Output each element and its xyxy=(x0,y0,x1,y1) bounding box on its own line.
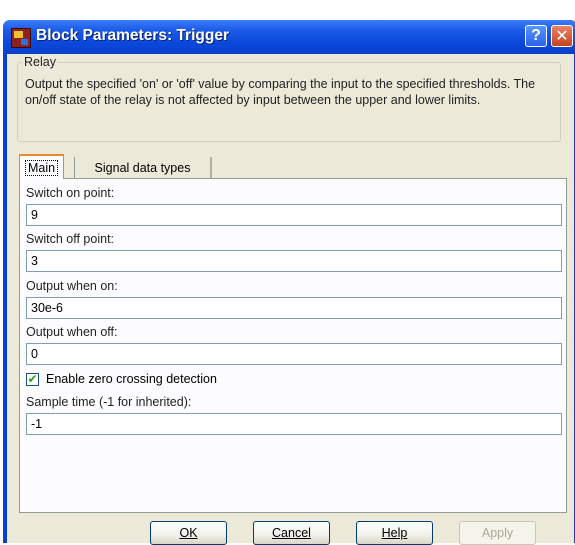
tab-signal-data-types[interactable]: Signal data types xyxy=(74,157,212,179)
switch-on-input[interactable]: 9 xyxy=(26,204,562,226)
cancel-button-label: Cancel xyxy=(272,526,311,540)
dialog-client-area: Relay Output the specified 'on' or 'off'… xyxy=(7,54,574,545)
cancel-button[interactable]: Cancel xyxy=(253,521,330,545)
block-description: Output the specified 'on' or 'off' value… xyxy=(25,77,536,107)
output-on-label: Output when on: xyxy=(26,279,118,293)
tab-main-label: Main xyxy=(24,159,59,176)
switch-on-label: Switch on point: xyxy=(26,186,115,200)
zero-crossing-checkbox[interactable]: ✔ xyxy=(26,372,39,386)
ok-button-label: OK xyxy=(179,526,198,540)
zero-crossing-row[interactable]: ✔ Enable zero crossing detection xyxy=(26,372,217,386)
title-bar[interactable]: Block Parameters: Trigger ? ✕ xyxy=(3,20,575,54)
switch-off-label: Switch off point: xyxy=(26,232,115,246)
dialog-window: Block Parameters: Trigger ? ✕ Relay Outp… xyxy=(3,20,575,545)
sample-time-label: Sample time (-1 for inherited): xyxy=(26,395,192,409)
help-button-label: Help xyxy=(381,526,408,540)
tab-signal-label: Signal data types xyxy=(94,161,191,175)
output-off-input[interactable]: 0 xyxy=(26,343,562,365)
tab-main[interactable]: Main xyxy=(19,154,64,179)
main-tab-panel: Switch on point: 9 Switch off point: 3 O… xyxy=(19,178,567,513)
help-question-icon[interactable]: ? xyxy=(525,25,547,47)
close-icon[interactable]: ✕ xyxy=(551,25,573,47)
switch-off-input[interactable]: 3 xyxy=(26,250,562,272)
simulink-app-icon xyxy=(11,28,31,48)
ok-button[interactable]: OK xyxy=(150,521,227,545)
sample-time-input[interactable]: -1 xyxy=(26,413,562,435)
help-button[interactable]: Help xyxy=(356,521,433,545)
relay-groupbox: Relay Output the specified 'on' or 'off'… xyxy=(17,55,561,142)
output-on-input[interactable]: 30e-6 xyxy=(26,297,562,319)
window-title: Block Parameters: Trigger xyxy=(36,27,229,44)
apply-button-label: Apply xyxy=(481,526,514,540)
group-legend: Relay xyxy=(22,55,58,69)
zero-crossing-label: Enable zero crossing detection xyxy=(46,372,217,386)
output-off-label: Output when off: xyxy=(26,325,118,339)
apply-button: Apply xyxy=(459,521,536,545)
